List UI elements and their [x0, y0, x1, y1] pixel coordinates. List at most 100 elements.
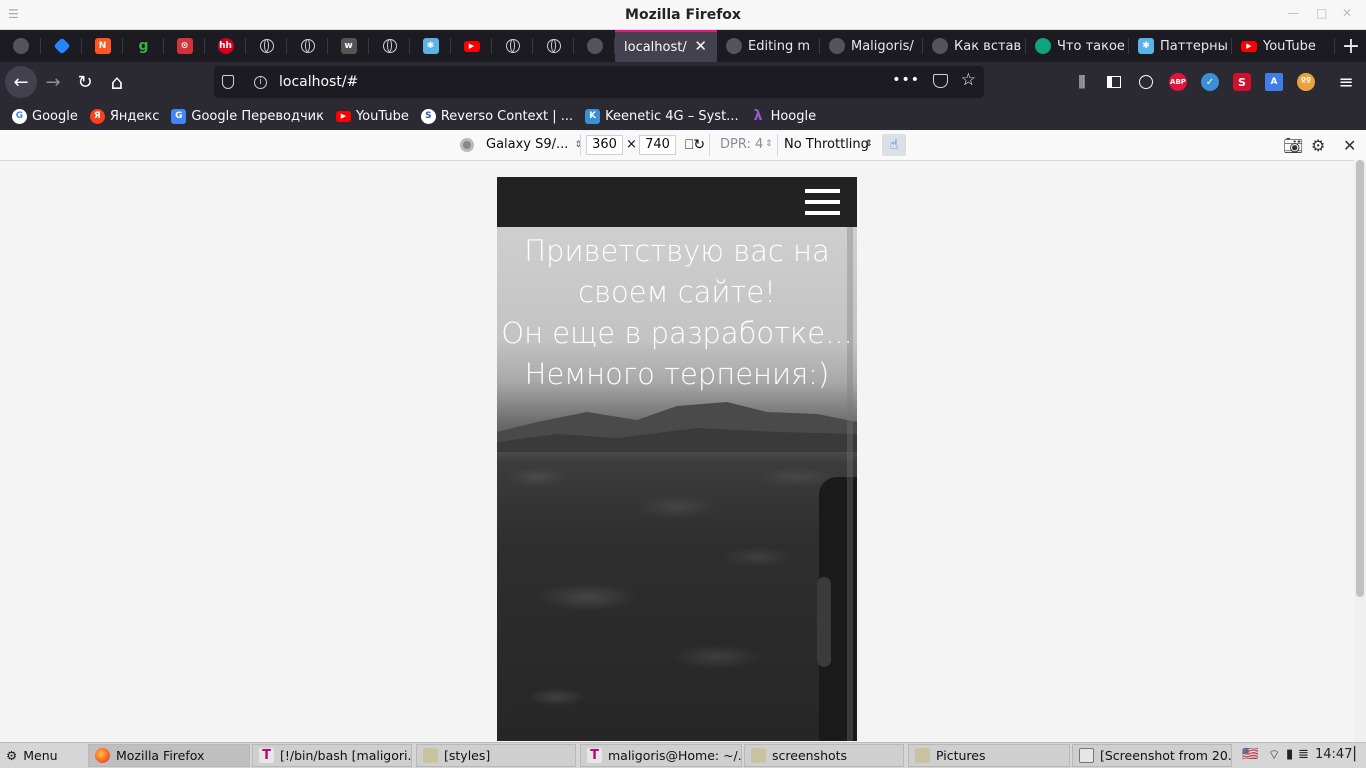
taskbar-item-styles[interactable]: [styles]: [416, 744, 576, 767]
bookmark-keenetic[interactable]: K Keenetic 4G – Syst...: [585, 108, 739, 124]
bookmarks-bar: G Google Я Яндекс G Google Переводчик ▶ YouT…: [0, 102, 1366, 130]
taskbar-item-firefox[interactable]: Mozilla Firefox: [88, 744, 250, 767]
tab-g[interactable]: g: [123, 30, 164, 62]
library-icon[interactable]: ⫼: [1073, 73, 1091, 91]
tab-dark[interactable]: w: [328, 30, 369, 62]
start-menu-button[interactable]: ⚙ Menu: [0, 744, 84, 767]
tray-handle-icon[interactable]: ▏: [1354, 747, 1364, 762]
sidebar-icon[interactable]: [1105, 73, 1123, 91]
pocket-icon[interactable]: [933, 74, 948, 88]
close-window-icon[interactable]: ✕: [1342, 6, 1352, 20]
taskbar-item-screenshot-viewer[interactable]: [Screenshot from 20...: [1072, 744, 1232, 767]
taskbar-item-label: [Screenshot from 20...: [1100, 748, 1232, 763]
reload-button[interactable]: ↻: [70, 67, 100, 97]
bookmark-yandex[interactable]: Я Яндекс: [89, 108, 159, 124]
viewport-width-input[interactable]: 360: [586, 135, 623, 155]
image-viewer-icon: [1079, 748, 1094, 763]
rotate-icon[interactable]: ⎕↻: [685, 137, 705, 153]
divider: [777, 134, 778, 156]
touch-simulation-button[interactable]: ☝: [882, 134, 906, 156]
close-tab-icon[interactable]: ✕: [694, 37, 707, 55]
window-menu-icon[interactable]: ☰: [8, 8, 19, 20]
tab-label: Maligoris/: [851, 38, 914, 54]
adblock-plus-icon[interactable]: ABP: [1169, 73, 1187, 91]
tab-red[interactable]: ⊙: [164, 30, 205, 62]
battery-icon[interactable]: ▮: [1286, 747, 1293, 762]
scrollbar-thumb[interactable]: [1356, 160, 1364, 597]
firefox-icon: [95, 748, 110, 763]
tab-label: Как встав: [954, 38, 1022, 54]
home-button[interactable]: ⌂: [102, 67, 132, 97]
bookmark-google[interactable]: G Google: [12, 108, 78, 124]
extension-check-icon[interactable]: ✓: [1201, 73, 1219, 91]
tab-jira[interactable]: [41, 30, 82, 62]
taskbar-item-terminal-1[interactable]: T [!/bin/bash [maligori...: [252, 744, 412, 767]
close-rdm-button[interactable]: ✕: [1343, 136, 1356, 155]
google-icon: G: [12, 108, 27, 124]
app-menu-button[interactable]: ≡: [1337, 72, 1355, 93]
page-actions-button[interactable]: •••: [892, 72, 920, 88]
settings-gear-icon[interactable]: ⚙: [1311, 136, 1325, 155]
page-scrollbar[interactable]: [1354, 160, 1366, 741]
new-tab-button[interactable]: +: [1336, 30, 1366, 62]
minimize-icon[interactable]: —: [1287, 6, 1299, 20]
viewport-height-input[interactable]: 740: [639, 135, 676, 155]
bookmark-hoogle[interactable]: λ Hoogle: [751, 108, 816, 124]
extension-s-icon[interactable]: S: [1233, 73, 1251, 91]
maximize-icon[interactable]: □: [1316, 6, 1327, 20]
folder-icon: [915, 748, 930, 763]
forward-button[interactable]: →: [38, 67, 68, 97]
tab-github[interactable]: [0, 30, 41, 62]
tab-hh[interactable]: hh: [205, 30, 246, 62]
taskbar-item-pictures[interactable]: Pictures: [908, 744, 1070, 767]
tab-youtube[interactable]: ▶: [451, 30, 492, 62]
tab-editing[interactable]: Editing m: [717, 30, 820, 62]
tab-globe-1[interactable]: [246, 30, 287, 62]
bookmark-label: Keenetic 4G – Syst...: [605, 108, 739, 124]
tab-kak-vstav[interactable]: Как встав: [923, 30, 1026, 62]
bookmark-youtube[interactable]: ▶ YouTube: [335, 108, 409, 124]
bookmark-google-translate[interactable]: G Google Переводчик: [171, 108, 324, 124]
tab-chto-takoe[interactable]: Что такое: [1026, 30, 1129, 62]
notes-icon[interactable]: ≣: [1298, 747, 1309, 762]
bookmark-label: YouTube: [355, 108, 409, 124]
tab-globe-2[interactable]: [287, 30, 328, 62]
tab-github-2[interactable]: [574, 30, 615, 62]
taskbar-item-screenshots[interactable]: screenshots: [744, 744, 904, 767]
screenshot-icon[interactable]: 📷︎: [1283, 136, 1303, 155]
tab-patterny[interactable]: ✱ Паттерны: [1129, 30, 1232, 62]
start-menu-label: Menu: [23, 748, 58, 763]
back-button[interactable]: ←: [5, 66, 37, 98]
tab-globe-3[interactable]: [369, 30, 410, 62]
gear-icon: ⚙: [6, 748, 18, 763]
tracking-shield-icon[interactable]: [222, 75, 234, 89]
bookmark-reverso[interactable]: S Reverso Context | ...: [420, 108, 573, 124]
dpr-selector[interactable]: DPR: 4: [720, 137, 763, 152]
taskbar-item-label: screenshots: [772, 748, 848, 763]
account-icon[interactable]: [1137, 73, 1155, 91]
url-text[interactable]: localhost/#: [279, 74, 358, 90]
url-bar[interactable]: i localhost/# ••• ☆: [214, 66, 984, 98]
site-info-icon[interactable]: i: [254, 75, 267, 89]
device-selector[interactable]: Galaxy S9/... ⇕: [460, 137, 582, 152]
tab-orange[interactable]: N: [82, 30, 123, 62]
wifi-icon[interactable]: ⌔: [1268, 747, 1280, 763]
hamburger-menu-icon[interactable]: [805, 189, 840, 215]
tab-globe-4[interactable]: [492, 30, 533, 62]
tab-strip: N g ⊙ hh w ✱ ▶ localhost/ ✕ Editing m Ma…: [0, 30, 1366, 62]
tab-youtube-named[interactable]: ▶ YouTube: [1232, 30, 1335, 62]
throttling-selector[interactable]: No Throttling: [784, 137, 869, 152]
openai-icon: [1035, 38, 1051, 54]
bookmark-star-icon[interactable]: ☆: [961, 70, 976, 90]
tab-localhost[interactable]: localhost/ ✕: [615, 30, 717, 62]
extension-owl-icon[interactable]: ºº: [1297, 73, 1315, 91]
tab-maligoris[interactable]: Maligoris/: [820, 30, 923, 62]
lava-rocks: [497, 437, 857, 741]
us-flag-icon[interactable]: 🇺🇸︎: [1242, 747, 1258, 762]
taskbar-item-terminal-2[interactable]: Tmaligoris@Home: ~/...: [580, 744, 742, 767]
tab-blue[interactable]: ✱: [410, 30, 451, 62]
clock[interactable]: 14:47: [1315, 747, 1352, 762]
tab-globe-5[interactable]: [533, 30, 574, 62]
translate-extension-icon[interactable]: A: [1265, 73, 1283, 91]
tab-label: Что такое: [1057, 38, 1125, 54]
